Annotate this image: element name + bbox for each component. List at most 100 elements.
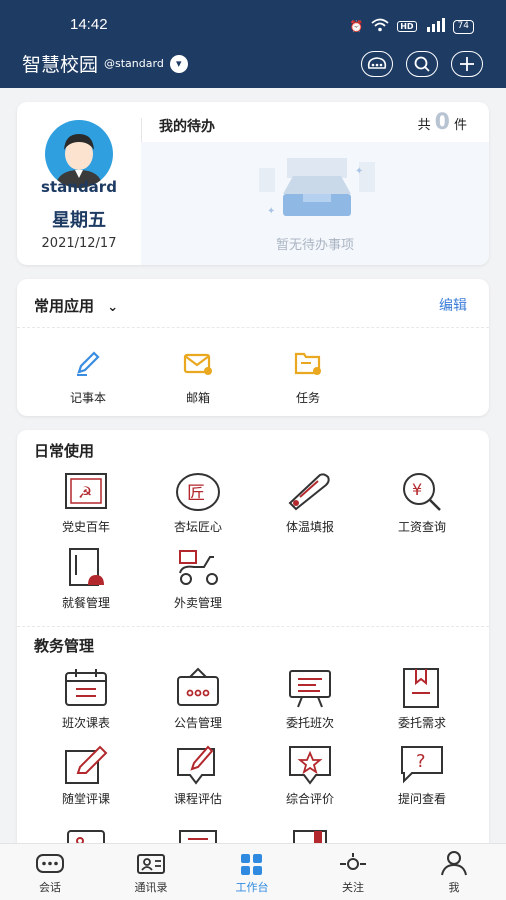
party-emblem-icon: ☭ <box>62 470 110 514</box>
search-icon <box>414 56 430 72</box>
todo-count-suffix: 件 <box>453 118 467 133</box>
edit-button[interactable]: 编辑 <box>439 295 467 315</box>
tab-contacts[interactable]: 通讯录 <box>101 844 201 895</box>
tab-me[interactable]: 我 <box>404 844 504 895</box>
search-button[interactable] <box>406 51 438 77</box>
app-announcements[interactable]: 公告管理 <box>143 666 253 731</box>
tab-label: 工作台 <box>235 881 269 894</box>
app-label: 就餐管理 <box>61 596 110 610</box>
todo-empty-text: 暂无待办事项 <box>275 238 354 253</box>
chevron-down-icon[interactable]: ▾ <box>169 54 188 73</box>
document-bookmark-icon <box>398 666 446 710</box>
edit-pencil-icon <box>62 742 110 786</box>
app-temperature[interactable]: 体温填报 <box>255 470 365 535</box>
app-course-evaluation[interactable]: 课程评估 <box>143 742 253 807</box>
app-label: 外卖管理 <box>173 596 222 610</box>
battery-icon: 74 <box>452 19 474 34</box>
daily-section-title: 日常使用 <box>34 442 95 460</box>
app-label: 记事本 <box>69 391 106 405</box>
app-takeout[interactable]: 外卖管理 <box>143 546 253 611</box>
tab-label: 会话 <box>39 881 61 894</box>
presentation-board-icon <box>286 666 334 710</box>
common-apps-title[interactable]: 常用应用 ⌄ <box>34 295 118 316</box>
app-questions[interactable]: ? 提问查看 <box>367 742 477 807</box>
app-notepad[interactable]: 记事本 <box>33 341 143 406</box>
status-icons: ⏰ HD 74 <box>349 18 474 35</box>
todo-count-number: 0 <box>434 110 450 135</box>
app-overall-evaluation[interactable]: 综合评价 <box>255 742 365 807</box>
app-label: 班次课表 <box>61 716 110 730</box>
hd-icon: HD <box>397 21 417 32</box>
top-header: 14:42 ⏰ HD 74 智慧校园 @standard ▾ <box>0 0 506 88</box>
app-party-history[interactable]: ☭ 党史百年 <box>31 470 141 535</box>
svg-text:☭: ☭ <box>78 483 92 502</box>
common-apps-card: 常用应用 ⌄ 编辑 记事本 邮箱 任务 <box>17 279 489 416</box>
tab-chat[interactable]: 会话 <box>0 844 100 895</box>
app-delegate-class[interactable]: 委托班次 <box>255 666 365 731</box>
app-class-review[interactable]: 随堂评课 <box>31 742 141 807</box>
app-label: 体温填报 <box>285 520 334 534</box>
app-label: 公告管理 <box>173 716 222 730</box>
app-label: 课程评估 <box>173 792 222 806</box>
app-label: 邮箱 <box>185 391 210 405</box>
app-label: 党史百年 <box>61 520 110 534</box>
svg-text:?: ? <box>416 751 426 772</box>
divider <box>17 327 489 328</box>
app-salary[interactable]: ¥ 工资查询 <box>367 470 477 535</box>
signal-icon <box>425 18 445 35</box>
plus-icon <box>460 57 474 71</box>
account-label: @standard <box>104 57 164 70</box>
app-label: 任务 <box>295 391 320 405</box>
chevron-down-icon[interactable]: ⌄ <box>107 300 118 315</box>
app-class-schedule[interactable]: 班次课表 <box>31 666 141 731</box>
app-label: 工资查询 <box>397 520 446 534</box>
app-craftsman[interactable]: 匠 杏坛匠心 <box>143 470 253 535</box>
app-label: 提问查看 <box>397 792 446 806</box>
date-label: 2021/12/17 <box>41 236 117 251</box>
tab-workbench[interactable]: 工作台 <box>202 844 302 895</box>
app-label: 综合评价 <box>285 792 334 806</box>
person-icon <box>404 844 504 876</box>
contact-card-icon <box>101 844 201 876</box>
app-dining[interactable]: 就餐管理 <box>31 546 141 611</box>
star-bubble-icon <box>286 742 334 786</box>
app-label: 委托班次 <box>285 716 334 730</box>
wifi-icon <box>371 18 389 35</box>
grid-icon <box>202 844 302 876</box>
thermometer-icon <box>286 470 334 514</box>
svg-text:匠: 匠 <box>187 483 205 504</box>
svg-text:✦: ✦ <box>355 166 363 177</box>
app-label: 随堂评课 <box>61 792 110 806</box>
profile-panel[interactable]: standard 星期五 2021/12/17 <box>17 102 141 265</box>
mail-icon <box>174 341 222 385</box>
header-title-row[interactable]: 智慧校园 @standard ▾ <box>22 50 188 77</box>
tab-label: 关注 <box>342 881 364 894</box>
todo-count: 共 0 件 <box>418 110 467 135</box>
todo-list-area[interactable]: ✦ ✦ 暂无待办事项 <box>141 142 489 265</box>
app-task[interactable]: 任务 <box>253 341 363 406</box>
username: standard <box>41 178 117 196</box>
task-icon <box>284 341 332 385</box>
workbench-card: 日常使用 ☭ 党史百年 匠 杏坛匠心 体温填报 ¥ 工资查询 就餐管理 外卖管理 <box>17 430 489 870</box>
profile-todo-card: standard 星期五 2021/12/17 我的待办 共 0 件 ✦ ✦ 暂… <box>17 102 489 265</box>
target-icon <box>303 844 403 876</box>
add-button[interactable] <box>451 51 483 77</box>
chat-bubble-button[interactable] <box>361 51 393 77</box>
app-label: 杏坛匠心 <box>173 520 222 534</box>
app-label: 委托需求 <box>397 716 446 730</box>
common-apps-title-text: 常用应用 <box>34 297 95 315</box>
tab-label: 我 <box>448 881 460 894</box>
alarm-icon: ⏰ <box>349 20 364 33</box>
salary-search-icon: ¥ <box>398 470 446 514</box>
app-mailbox[interactable]: 邮箱 <box>143 341 253 406</box>
question-bubble-icon: ? <box>398 742 446 786</box>
app-delegate-demand[interactable]: 委托需求 <box>367 666 477 731</box>
pen-icon <box>64 341 112 385</box>
tab-label: 通讯录 <box>134 881 168 894</box>
weekday-label: 星期五 <box>52 210 106 231</box>
status-time: 14:42 <box>70 16 108 33</box>
notice-board-icon <box>174 666 222 710</box>
tab-follow[interactable]: 关注 <box>303 844 403 895</box>
academic-section-title: 教务管理 <box>34 637 95 655</box>
scooter-icon <box>174 546 222 590</box>
